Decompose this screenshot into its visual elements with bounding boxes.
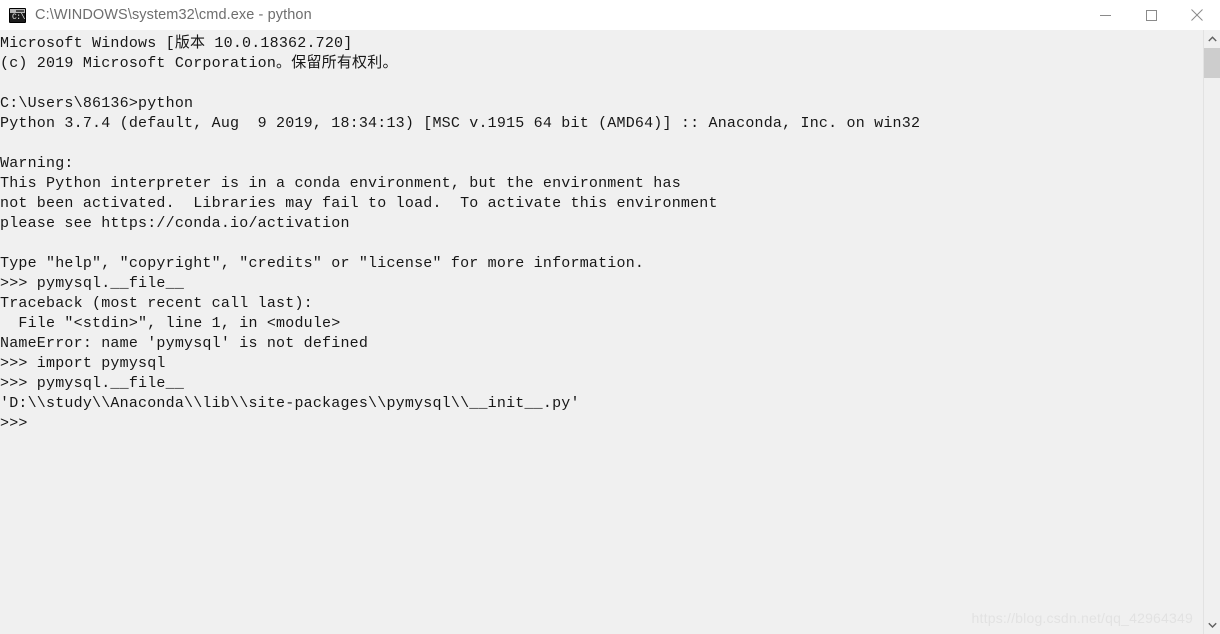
console-line: File "<stdin>", line 1, in <module> [0,315,341,332]
minimize-icon [1099,14,1111,16]
cmd-exe-icon: C:\ [9,7,26,23]
scrollbar-thumb[interactable] [1204,48,1220,78]
console-line: >>> pymysql.__file__ [0,375,185,392]
console-line: Microsoft Windows [版本 10.0.18362.720] [0,35,353,52]
console-line: (c) 2019 Microsoft Corporation。保留所有权利。 [0,55,398,72]
watermark-text: https://blog.csdn.net/qq_42964349 [971,610,1193,626]
cmd-window: C:\ C:\WINDOWS\system32\cmd.exe - python [0,0,1220,634]
close-icon [1191,9,1203,21]
close-button[interactable] [1174,0,1220,30]
scrollbar-track[interactable] [1204,48,1220,616]
console-line: C:\Users\86136>python [0,95,194,112]
chevron-down-icon [1207,622,1217,628]
console-line: Warning: [0,155,74,172]
console-line: NameError: name 'pymysql' is not defined [0,335,369,352]
console-line: not been activated. Libraries may fail t… [0,195,718,212]
maximize-icon [1145,9,1157,21]
cmd-icon-label: C:\ [12,12,25,22]
console-output-area[interactable]: Microsoft Windows [版本 10.0.18362.720] (c)… [0,30,1203,634]
console-line: This Python interpreter is in a conda en… [0,175,681,192]
console-line: >>> pymysql.__file__ [0,275,185,292]
window-title: C:\WINDOWS\system32\cmd.exe - python [35,7,312,23]
console-line: Python 3.7.4 (default, Aug 9 2019, 18:34… [0,115,921,132]
console-line: >>> import pymysql [0,355,166,372]
title-bar-left: C:\ C:\WINDOWS\system32\cmd.exe - python [0,7,1082,23]
window-controls [1082,0,1220,30]
scroll-down-button[interactable] [1204,616,1220,634]
title-bar[interactable]: C:\ C:\WINDOWS\system32\cmd.exe - python [0,0,1220,30]
console-line: 'D:\\study\\Anaconda\\lib\\site-packages… [0,395,580,412]
chevron-up-icon [1207,36,1217,42]
vertical-scrollbar[interactable] [1203,30,1220,634]
minimize-button[interactable] [1082,0,1128,30]
console-line: Type "help", "copyright", "credits" or "… [0,255,645,272]
console-line: please see https://conda.io/activation [0,215,350,232]
scroll-up-button[interactable] [1204,30,1220,48]
console-line: >>> [0,415,28,432]
console-line: Traceback (most recent call last): [0,295,313,312]
maximize-button[interactable] [1128,0,1174,30]
console-lines: Microsoft Windows [版本 10.0.18362.720] (c)… [0,30,1203,434]
